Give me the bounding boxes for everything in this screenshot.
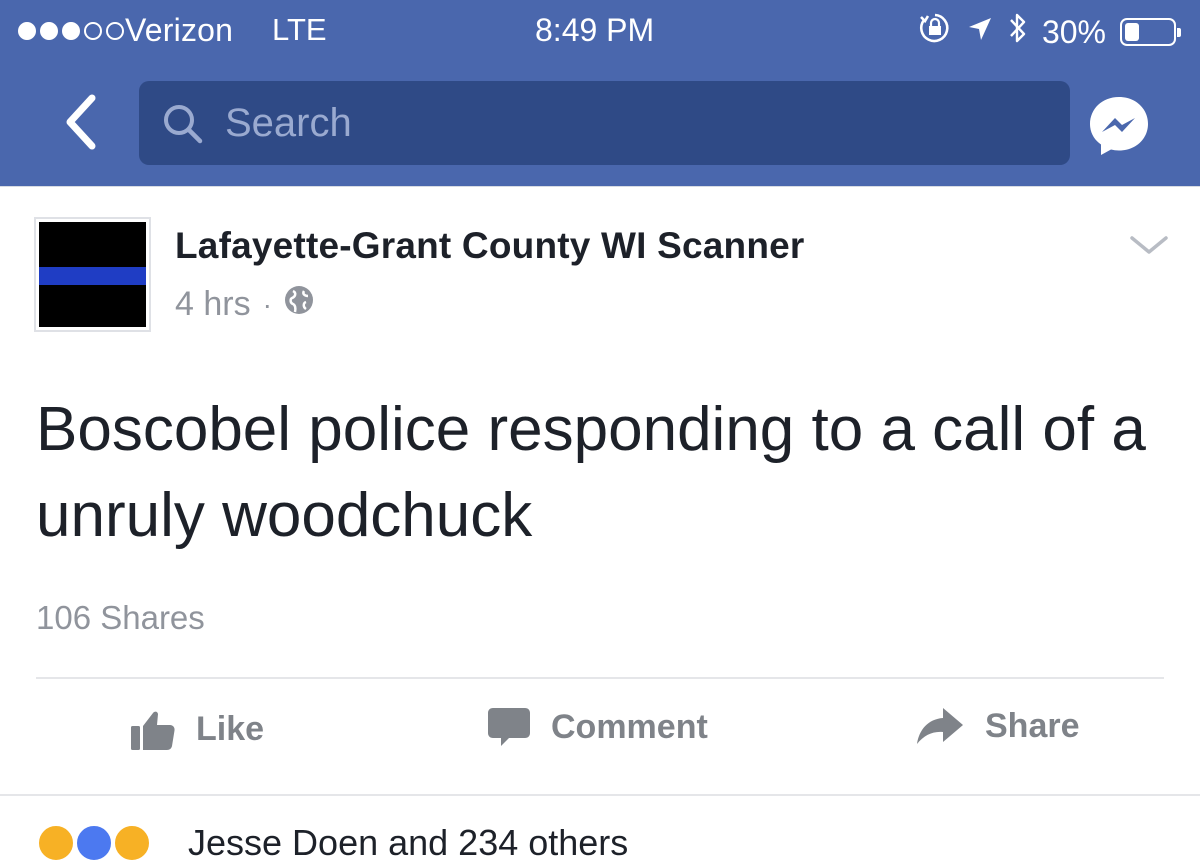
battery-icon <box>1120 18 1181 46</box>
comment-label: Comment <box>551 707 708 746</box>
signal-strength-icon <box>18 22 124 40</box>
avatar-blue-stripe <box>39 267 146 285</box>
battery-percentage: 30% <box>1041 13 1106 50</box>
divider <box>36 677 1164 679</box>
like-label: Like <box>196 709 265 748</box>
share-arrow-icon <box>917 708 963 744</box>
reaction-icons <box>36 823 172 863</box>
carrier-name: Verizon <box>125 12 234 48</box>
search-placeholder: Search <box>225 101 352 145</box>
messenger-icon <box>1090 97 1148 155</box>
signal-dot <box>18 22 36 40</box>
page-avatar[interactable] <box>34 217 151 332</box>
thin-blue-line-image <box>39 222 146 327</box>
battery-nub <box>1177 28 1181 37</box>
top-navigation-bar: Verizon LTE 8:49 PM 30% Search <box>0 0 1200 187</box>
meta-separator: · <box>262 288 272 320</box>
orientation-lock-icon <box>918 11 952 53</box>
divider <box>0 794 1200 796</box>
feed-post: Lafayette-Grant County WI Scanner 4 hrs … <box>0 187 1200 863</box>
sad-reaction-icon <box>112 823 152 863</box>
page-name-link[interactable]: Lafayette-Grant County WI Scanner <box>175 225 805 267</box>
search-input[interactable]: Search <box>139 81 1070 165</box>
status-icons: 30% <box>918 12 1184 52</box>
signal-dot <box>62 22 80 40</box>
post-body-text: Boscobel police responding to a call of … <box>36 395 1146 550</box>
post-timestamp[interactable]: 4 hrs <box>175 285 251 324</box>
shares-count-link[interactable]: 106 Shares <box>36 599 205 637</box>
search-icon <box>164 105 203 144</box>
signal-dot <box>40 22 58 40</box>
post-options-button[interactable] <box>1128 229 1170 261</box>
post-actions: Like Comment Share <box>0 680 1200 792</box>
messenger-button[interactable] <box>1085 92 1153 160</box>
haha-reaction-icon <box>36 823 76 863</box>
back-button[interactable] <box>50 86 110 158</box>
bluetooth-icon <box>1008 10 1028 54</box>
share-button[interactable]: Share <box>915 706 1080 746</box>
clock: 8:49 PM <box>535 12 655 48</box>
status-bar: Verizon LTE 8:49 PM 30% <box>0 0 1200 64</box>
signal-dot <box>84 22 102 40</box>
battery-level <box>1125 23 1139 41</box>
thumbs-up-icon <box>131 711 175 750</box>
network-type: LTE <box>272 12 327 47</box>
globe-icon <box>284 285 314 324</box>
signal-dot <box>106 22 124 40</box>
chevron-down-icon <box>1130 236 1168 254</box>
post-meta: 4 hrs · <box>175 285 314 324</box>
like-button[interactable]: Like <box>130 706 264 752</box>
reactions-summary[interactable]: Jesse Doen and 234 others <box>36 823 628 863</box>
comment-bubble-icon <box>488 708 530 746</box>
chevron-left-icon <box>66 94 96 150</box>
share-label: Share <box>985 706 1080 745</box>
comment-button[interactable]: Comment <box>487 706 708 748</box>
reactions-text: Jesse Doen and 234 others <box>188 823 629 863</box>
like-reaction-icon <box>74 823 114 863</box>
location-arrow-icon <box>966 14 994 51</box>
